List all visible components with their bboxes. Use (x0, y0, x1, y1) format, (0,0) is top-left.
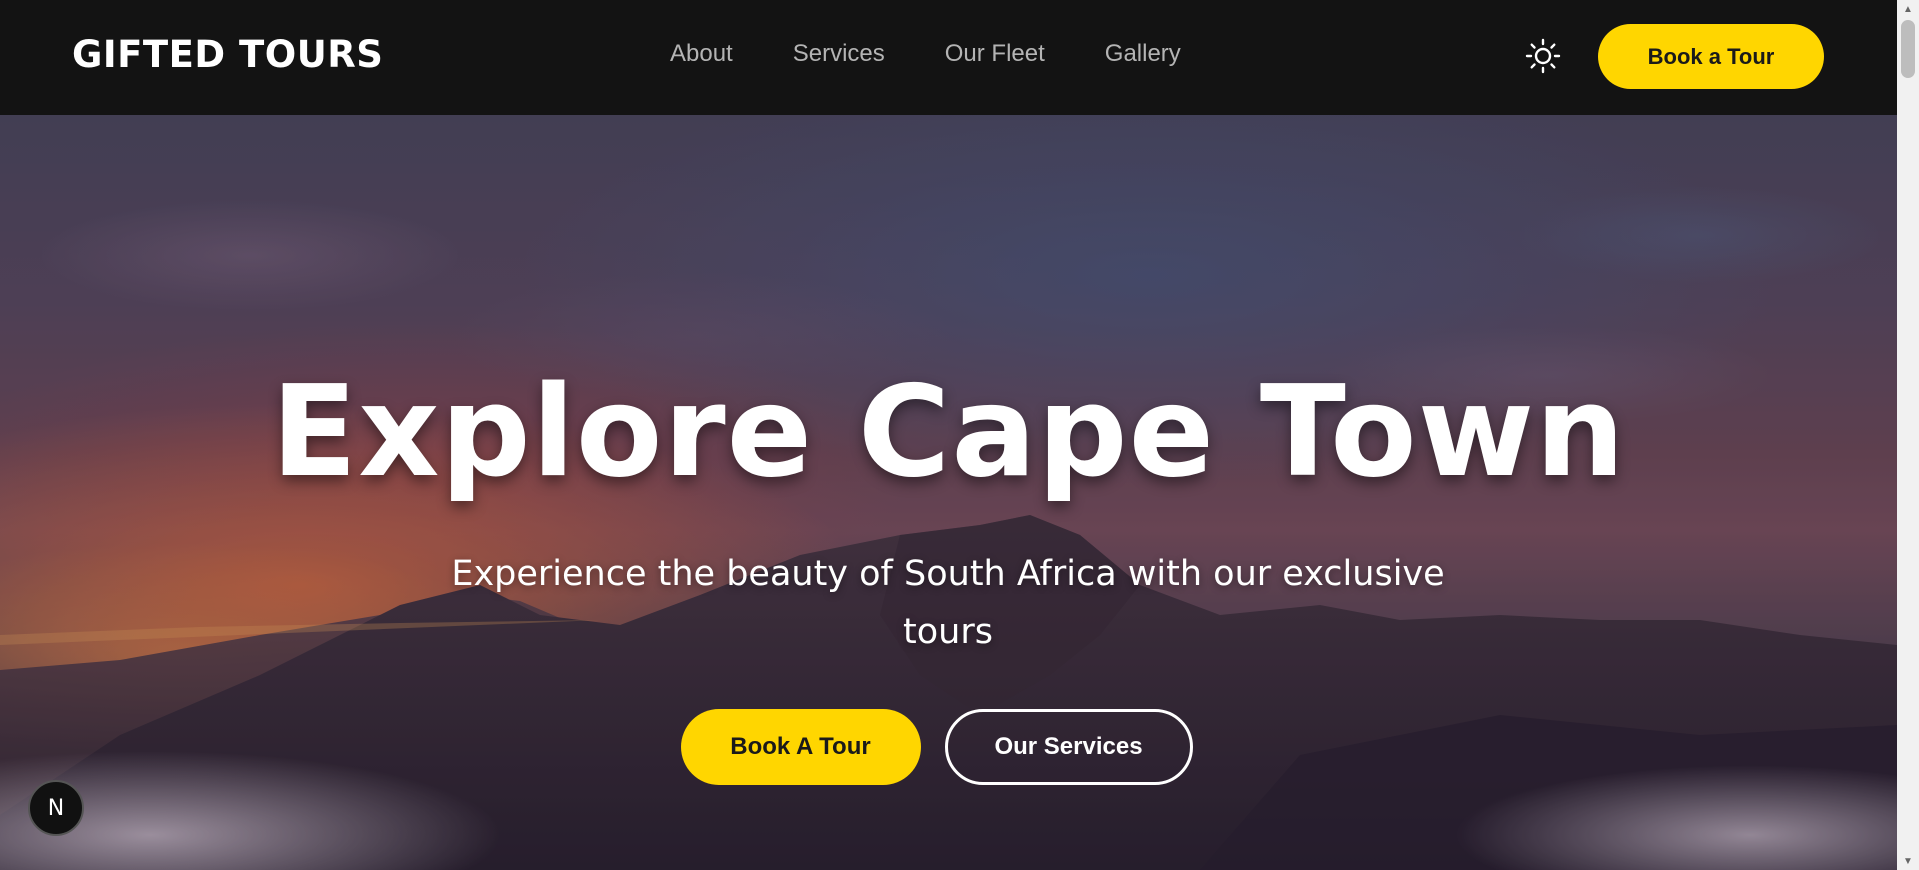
hero-section: Explore Cape Town Experience the beauty … (0, 115, 1897, 870)
nav-link-services[interactable]: Services (793, 40, 885, 68)
scrollbar-thumb[interactable] (1901, 20, 1915, 78)
hero-subtitle: Experience the beauty of South Africa wi… (451, 554, 1445, 652)
hero-title: Explore Cape Town (271, 358, 1626, 505)
sun-icon[interactable] (1525, 38, 1561, 74)
book-a-tour-button[interactable]: Book A Tour (680, 709, 921, 785)
main-nav: About Services Our Fleet Gallery (670, 40, 1241, 68)
hero-buttons: Book A Tour Our Services (0, 709, 1897, 785)
our-services-button[interactable]: Our Services (944, 709, 1193, 785)
scroll-up-icon[interactable]: ▲ (1897, 0, 1919, 18)
vertical-scrollbar[interactable]: ▲ ▼ (1897, 0, 1919, 870)
scroll-down-icon[interactable]: ▼ (1897, 852, 1919, 870)
page: GIFTED TOURS About Services Our Fleet Ga… (0, 0, 1897, 870)
nextjs-dev-indicator[interactable]: N (28, 780, 84, 836)
nextjs-logo-icon: N (47, 795, 65, 821)
site-logo[interactable]: GIFTED TOURS (72, 33, 383, 76)
nav-link-gallery[interactable]: Gallery (1105, 40, 1181, 68)
navbar: GIFTED TOURS About Services Our Fleet Ga… (0, 0, 1897, 115)
book-a-tour-header-button[interactable]: Book a Tour (1598, 24, 1824, 89)
nav-link-our-fleet[interactable]: Our Fleet (945, 40, 1045, 68)
nav-link-about[interactable]: About (670, 40, 733, 68)
